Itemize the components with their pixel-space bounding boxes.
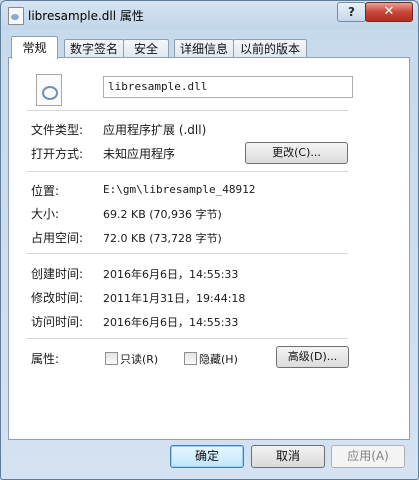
divider: [27, 110, 348, 111]
divider: [27, 171, 348, 172]
tab-security[interactable]: 安全: [123, 39, 169, 58]
size-value: 69.2 KB (70,936 字节): [103, 208, 222, 221]
advanced-button[interactable]: 高级(D)...: [276, 346, 349, 368]
created-value: 2016年6月6日，14:55:33: [103, 268, 239, 281]
change-button[interactable]: 更改(C)...: [245, 142, 348, 164]
file-name-input[interactable]: libresample.dll: [103, 76, 353, 98]
readonly-label[interactable]: 只读(R): [120, 351, 158, 367]
properties-window: libresample.dll 属性 ? ✕ 常规 数字签名 安全 详细信息 以…: [0, 0, 419, 480]
accessed-value: 2016年6月6日，14:55:33: [103, 316, 239, 329]
tab-general[interactable]: 常规: [11, 36, 58, 59]
apply-button[interactable]: 应用(A): [331, 445, 405, 468]
file-type-value: 应用程序扩展 (.dll): [103, 123, 207, 137]
size-on-disk-value: 72.0 KB (73,728 字节): [103, 232, 222, 245]
divider: [27, 338, 348, 339]
open-with-value: 未知应用程序: [103, 147, 176, 161]
accessed-label: 访问时间:: [31, 315, 84, 329]
general-tab-panel: libresample.dll 文件类型: 应用程序扩展 (.dll) 打开方式…: [8, 57, 410, 440]
ok-button[interactable]: 确定: [170, 445, 244, 468]
cancel-button[interactable]: 取消: [251, 445, 325, 468]
open-with-label: 打开方式:: [31, 147, 84, 161]
hidden-label[interactable]: 隐藏(H): [199, 351, 238, 367]
size-on-disk-label: 占用空间:: [31, 231, 84, 245]
file-type-label: 文件类型:: [31, 123, 84, 137]
size-label: 大小:: [31, 207, 60, 221]
divider: [27, 253, 348, 254]
tab-digital-signatures[interactable]: 数字签名: [64, 39, 124, 58]
close-icon: ✕: [383, 4, 395, 19]
title-bar[interactable]: libresample.dll 属性 ? ✕: [1, 1, 418, 29]
dll-file-icon: [36, 74, 62, 106]
help-button[interactable]: ?: [337, 2, 366, 22]
close-button[interactable]: ✕: [365, 2, 413, 22]
tab-details[interactable]: 详细信息: [174, 39, 234, 58]
readonly-checkbox[interactable]: [105, 352, 118, 365]
modified-value: 2011年1月31日，19:44:18: [103, 292, 246, 305]
dll-file-icon: [8, 7, 24, 25]
location-value: E:\gm\libresample_48912: [103, 183, 256, 196]
created-label: 创建时间:: [31, 267, 84, 281]
attributes-label: 属性:: [31, 352, 60, 366]
location-label: 位置:: [31, 184, 60, 198]
tab-previous-versions[interactable]: 以前的版本: [233, 39, 307, 58]
modified-label: 修改时间:: [31, 291, 84, 305]
window-title: libresample.dll 属性: [28, 9, 144, 23]
hidden-checkbox[interactable]: [184, 352, 197, 365]
